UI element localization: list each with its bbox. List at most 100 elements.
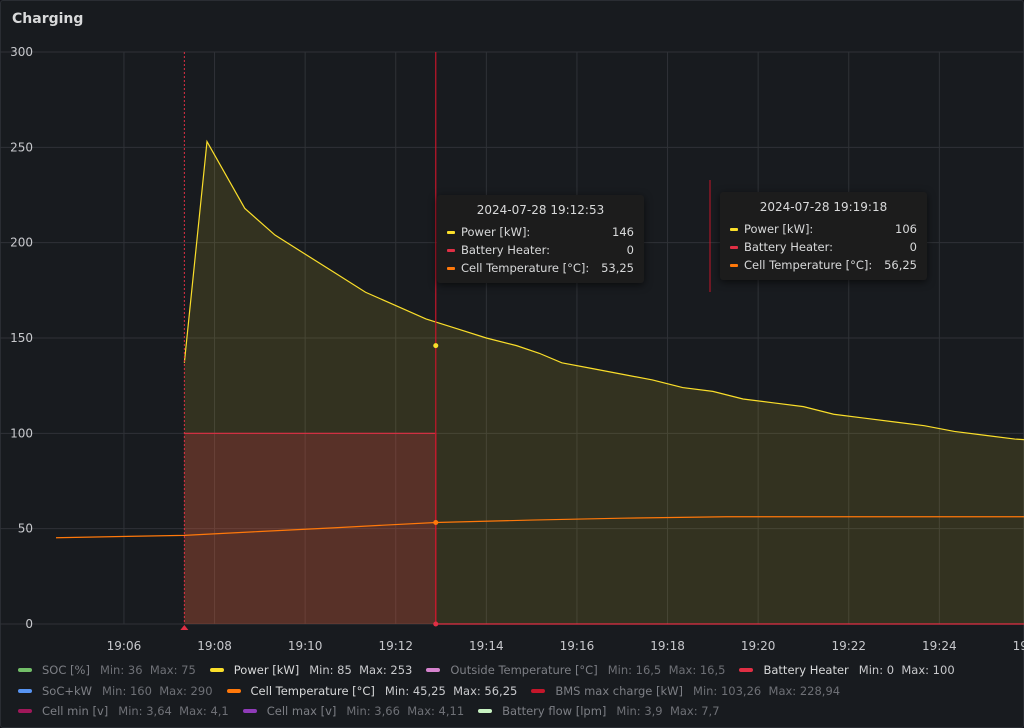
legend-series-name: Cell max [v]: [266, 704, 337, 718]
x-tick-label: 19:08: [197, 639, 232, 653]
legend-color-swatch: [242, 709, 257, 713]
legend-color-swatch: [18, 668, 32, 672]
legend-color-swatch: [531, 689, 546, 693]
legend-item[interactable]: Battery flow [lpm] Min: 3,9 Max: 7,7: [478, 704, 720, 718]
legend-item[interactable]: Power [kW] Min: 85 Max: 253: [209, 663, 413, 677]
y-tick-label: 200: [10, 236, 33, 250]
tooltip-series-value: 0: [626, 243, 634, 257]
hover-point-power: [433, 343, 439, 349]
legend-max: Max: 253: [359, 663, 413, 677]
legend-max: Max: 56,25: [453, 684, 518, 698]
x-tick-label: 19:14: [469, 639, 504, 653]
legend-max: Max: 290: [159, 684, 213, 698]
legend-series-name: SoC+kW: [42, 684, 93, 698]
hover-tooltip-2: 2024-07-28 19:19:18 Power [kW]: 106 Batter…: [720, 192, 927, 280]
series-color-swatch: [730, 227, 738, 231]
tooltip-row: Power [kW]: 146: [447, 223, 634, 241]
legend-row-1: SOC [%] Min: 36 Max: 75 Power [kW] Min: 85 …: [18, 663, 969, 677]
y-tick-label: 300: [10, 45, 33, 59]
legend-item[interactable]: Cell min [v] Min: 3,64 Max: 4,1: [18, 704, 229, 718]
tooltip-row: Cell Temperature [°C]: 56,25: [730, 256, 917, 274]
x-tick-label: 19:16: [560, 639, 595, 653]
series-color-swatch: [730, 245, 738, 249]
x-tick-label: 19:06: [107, 639, 142, 653]
legend-color-swatch: [426, 668, 441, 672]
legend-min: Min: 16,5: [607, 663, 662, 677]
y-tick-label: 100: [10, 426, 33, 440]
legend-min: Min: 103,26: [693, 684, 762, 698]
hover-point-heater: [433, 621, 439, 627]
y-tick-label: 150: [10, 331, 33, 345]
tooltip-timestamp: 2024-07-28 19:12:53: [476, 203, 605, 217]
legend-row-2: SoC+kW Min: 160 Max: 290 Cell Temperature …: [18, 684, 854, 698]
legend-max: Max: 4,11: [407, 704, 465, 718]
tooltip-row: Cell Temperature [°C]: 53,25: [447, 259, 634, 277]
tooltip-series-value: 106: [895, 222, 917, 236]
legend-series-name: SOC [%]: [42, 663, 90, 677]
series-color-swatch: [447, 248, 455, 252]
tooltip-series-value: 0: [909, 240, 917, 254]
legend-min: Min: 36: [99, 663, 143, 677]
legend-series-name: BMS max charge [kW]: [555, 684, 684, 698]
tooltip-series-value: 146: [612, 225, 634, 239]
legend-color-swatch: [739, 668, 754, 672]
x-tick-label: 19:20: [741, 639, 776, 653]
legend-item[interactable]: Cell Temperature [°C] Min: 45,25 Max: 56,…: [226, 684, 518, 698]
x-tick-label: 19:26: [1013, 639, 1024, 653]
legend-max: Max: 228,94: [768, 684, 841, 698]
legend-max: Max: 7,7: [669, 704, 720, 718]
legend-series-name: Cell Temperature [°C]: [250, 684, 375, 698]
legend-max: Max: 100: [901, 663, 955, 677]
tooltip-series-name: Cell Temperature [°C]:: [744, 258, 873, 272]
series-color-swatch: [730, 263, 738, 267]
legend-color-swatch: [209, 668, 224, 672]
legend-item[interactable]: BMS max charge [kW] Min: 103,26 Max: 228,…: [531, 684, 840, 698]
x-tick-label: 19:10: [288, 639, 323, 653]
legend-min: Min: 3,66: [346, 704, 400, 718]
legend-item[interactable]: SOC [%] Min: 36 Max: 75: [18, 663, 196, 677]
legend-min: Min: 85: [309, 663, 352, 677]
legend-max: Max: 16,5: [668, 663, 726, 677]
legend-max: Max: 4,1: [179, 704, 229, 718]
legend-series-name: Battery flow [lpm]: [502, 704, 607, 718]
y-tick-label: 0: [25, 617, 33, 631]
tooltip-series-name: Cell Temperature [°C]:: [461, 261, 590, 275]
legend-series-name: Cell min [v]: [42, 704, 109, 718]
tooltip-series-name: Battery Heater:: [461, 243, 550, 257]
x-tick-label: 19:24: [922, 639, 957, 653]
legend-color-swatch: [226, 689, 241, 693]
tooltip-row: Battery Heater: 0: [730, 238, 917, 256]
legend-color-swatch: [18, 689, 32, 693]
legend-min: Min: 45,25: [384, 684, 446, 698]
y-tick-label: 250: [10, 140, 33, 154]
legend-item[interactable]: Cell max [v] Min: 3,66 Max: 4,11: [242, 704, 465, 718]
hover-point-temperature: [433, 519, 439, 525]
annotation-marker: [180, 625, 189, 630]
legend-row-3: Cell min [v] Min: 3,64 Max: 4,1 Cell max […: [18, 704, 734, 718]
legend-item[interactable]: Battery Heater Min: 0 Max: 100: [739, 663, 955, 677]
legend-min: Min: 160: [102, 684, 152, 698]
hover-tooltip-1: 2024-07-28 19:12:53 Power [kW]: 146 Batter…: [437, 195, 644, 283]
legend-series-name: Power [kW]: [233, 663, 300, 677]
tooltip-series-name: Power [kW]:: [744, 222, 814, 236]
legend-series-name: Outside Temperature [°C]: [450, 663, 598, 677]
tooltip-row: Power [kW]: 106: [730, 220, 917, 238]
charging-chart[interactable]: 0 50 100 150 200 250 300 19:06 19:08 19:10 19:12 19…: [0, 0, 1024, 660]
legend-item[interactable]: SoC+kW Min: 160 Max: 290: [18, 684, 213, 698]
tooltip-series-name: Battery Heater:: [744, 240, 833, 254]
x-tick-label: 19:18: [650, 639, 685, 653]
legend-color-swatch: [18, 709, 32, 713]
legend-color-swatch: [478, 709, 493, 713]
y-tick-label: 50: [18, 522, 33, 536]
legend-min: Min: 3,9: [616, 704, 663, 718]
x-tick-label: 19:22: [831, 639, 866, 653]
series-color-swatch: [447, 266, 455, 270]
x-tick-label: 19:12: [378, 639, 413, 653]
tooltip-row: Battery Heater: 0: [447, 241, 634, 259]
legend-min: Min: 0: [858, 663, 895, 677]
series-color-swatch: [447, 230, 455, 234]
tooltip-series-name: Power [kW]:: [461, 225, 531, 239]
tooltip-timestamp: 2024-07-28 19:19:18: [759, 200, 888, 214]
legend-item[interactable]: Outside Temperature [°C] Min: 16,5 Max: 1…: [426, 663, 725, 677]
tooltip-series-value: 53,25: [601, 261, 634, 275]
